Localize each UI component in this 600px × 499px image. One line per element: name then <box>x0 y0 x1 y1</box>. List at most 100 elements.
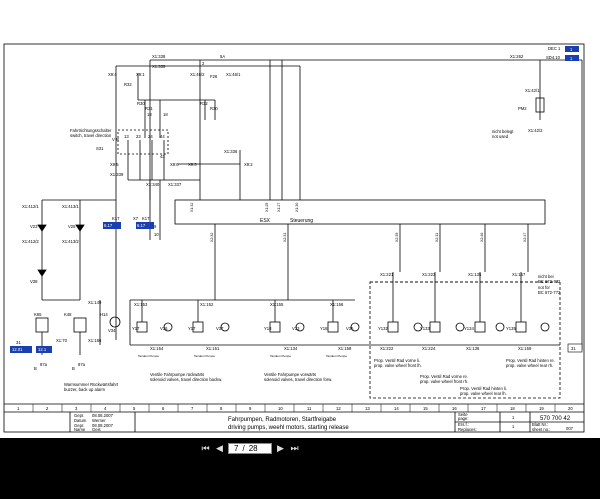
svg-text:18: 18 <box>147 112 152 117</box>
svg-text:6.17: 6.17 <box>104 223 113 228</box>
svg-text:Replaces:: Replaces: <box>458 427 477 432</box>
svg-text:PM2: PM2 <box>518 106 527 111</box>
svg-text:X1:262: X1:262 <box>510 54 524 59</box>
sheet-title-de: Fahrpumpen, Radmotoren, Startfreigabe <box>228 417 337 423</box>
svg-text:X1:134: X1:134 <box>284 346 298 351</box>
pdf-viewer-toolbar <box>0 438 600 499</box>
svg-text:13: 13 <box>124 134 129 139</box>
page-number-field[interactable]: 7 / 28 <box>228 442 272 454</box>
svg-text:Y134: Y134 <box>464 326 474 331</box>
svg-text:2: 2 <box>202 61 205 66</box>
column-grid-numbers: 1 2 3 4 5 6 7 8 9 10 11 12 13 14 15 16 17 18 19 20 <box>17 406 573 411</box>
svg-text:V36: V36 <box>160 326 168 331</box>
svg-text:Tandem Pumpe: Tandem Pumpe <box>326 354 347 358</box>
svg-text:X1:135: X1:135 <box>468 272 482 277</box>
svg-text:X1:223: X1:223 <box>422 272 436 277</box>
svg-text:X1:221: X1:221 <box>380 272 394 277</box>
svg-text:page:: page: <box>458 416 468 421</box>
svg-text:S31: S31 <box>96 146 104 151</box>
last-page-button[interactable]: ⏭ <box>289 443 300 454</box>
total-pages: 28 <box>248 443 258 453</box>
svg-text:V R: V R <box>112 137 119 142</box>
first-page-button[interactable]: ⏮ <box>200 443 211 454</box>
svg-text:Y17: Y17 <box>188 326 196 331</box>
svg-text:V23: V23 <box>30 224 38 229</box>
grid-number: 2 <box>46 406 49 411</box>
svg-text:X1:157: X1:157 <box>512 272 526 277</box>
svg-text:X1:337: X1:337 <box>168 182 182 187</box>
esx-output-pin: X2:31 <box>283 233 287 242</box>
schematic-sheet: DEC 1 1 SD4.10 1 31 31 X1:338 X1:335 X9:… <box>3 43 585 433</box>
svg-text:X1:336: X1:336 <box>224 149 238 154</box>
esx-output-pin: X2:47 <box>523 233 527 242</box>
svg-text:18: 18 <box>163 112 168 117</box>
svg-text:prop. valve wheel rear rh.: prop. valve wheel rear rh. <box>506 363 553 368</box>
svg-text:31: 31 <box>16 340 21 345</box>
svg-text:switch, travel direction: switch, travel direction <box>70 133 112 138</box>
svg-text:X1:413/1: X1:413/1 <box>62 204 79 209</box>
grid-number: 8 <box>220 406 223 411</box>
svg-text:12.1: 12.1 <box>38 347 47 352</box>
esx-output-pin: X2:32 <box>210 233 214 242</box>
grid-number: 6 <box>162 406 165 411</box>
sheet-title-en: driving pumps, weehl motors, starting re… <box>228 425 349 431</box>
current-page: 7 <box>234 443 239 453</box>
grid-number: 19 <box>539 406 544 411</box>
svg-text:V37: V37 <box>216 326 224 331</box>
svg-text:87a: 87a <box>40 362 48 367</box>
svg-text:X1:340: X1:340 <box>146 182 160 187</box>
svg-text:5A: 5A <box>220 54 225 59</box>
svg-text:Tandem Pumpe: Tandem Pumpe <box>270 354 291 358</box>
svg-text:V35: V35 <box>346 326 354 331</box>
svg-text:K48: K48 <box>64 312 72 317</box>
svg-text:V34: V34 <box>108 328 116 333</box>
esx-output-pin: X2:11 <box>435 233 439 242</box>
svg-text:X1:155: X1:155 <box>270 302 284 307</box>
svg-text:X1:46/2: X1:46/2 <box>190 72 205 77</box>
svg-text:solenoid valves, travel direct: solenoid valves, travel direction backw. <box>150 377 222 382</box>
svg-text:R30: R30 <box>210 106 218 111</box>
svg-text:X9:5: X9:5 <box>110 162 119 167</box>
svg-text:prop. valve wheel front rh.: prop. valve wheel front rh. <box>420 379 468 384</box>
svg-text:K17: K17 <box>112 216 120 221</box>
svg-text:6.17: 6.17 <box>137 223 146 228</box>
prev-page-button[interactable]: ◀ <box>214 443 225 454</box>
svg-text:Name: Name <box>74 427 86 432</box>
svg-text:BC 672-772: BC 672-772 <box>538 279 561 284</box>
svg-text:F26: F26 <box>210 74 218 79</box>
svg-text:H14: H14 <box>100 312 108 317</box>
svg-text:9: 9 <box>154 224 157 229</box>
svg-text:B: B <box>34 366 37 371</box>
grid-number: 15 <box>423 406 428 411</box>
svg-text:X1:42/1: X1:42/1 <box>525 88 540 93</box>
grid-number: 18 <box>510 406 515 411</box>
svg-text:X1:149: X1:149 <box>88 300 102 305</box>
svg-text:X1:339: X1:339 <box>110 172 124 177</box>
esx-top-pin: X1:30 <box>295 203 299 212</box>
svg-text:solenoid valves, travel direct: solenoid valves, travel direction forw. <box>264 377 332 382</box>
svg-text:X1:338: X1:338 <box>152 54 166 59</box>
page-navigator: ⏮ ◀ 7 / 28 ▶ ⏭ <box>200 440 300 456</box>
grid-number: 11 <box>307 406 312 411</box>
svg-text:Y18: Y18 <box>264 326 272 331</box>
svg-text:X1:222: X1:222 <box>380 346 394 351</box>
svg-text:V25: V25 <box>68 224 76 229</box>
svg-text:X1:156: X1:156 <box>330 302 344 307</box>
svg-text:1: 1 <box>512 415 515 420</box>
svg-text:43: 43 <box>160 154 165 159</box>
svg-text:V38: V38 <box>30 279 38 284</box>
svg-text:X7: X7 <box>133 216 139 221</box>
svg-text:V33: V33 <box>292 326 300 331</box>
grid-number: 14 <box>394 406 399 411</box>
esx-top-pin: X1:27 <box>277 203 281 212</box>
svg-text:24: 24 <box>148 134 153 139</box>
svg-text:BC 672-772: BC 672-772 <box>538 290 561 295</box>
svg-text:X1:186: X1:186 <box>88 338 102 343</box>
grid-number: 13 <box>365 406 370 411</box>
svg-text:X1:412/1: X1:412/1 <box>22 204 39 209</box>
sd-label: SD4.10 <box>546 55 561 60</box>
svg-text:44: 44 <box>160 134 165 139</box>
next-page-button[interactable]: ▶ <box>275 443 286 454</box>
svg-text:X1:335: X1:335 <box>152 64 166 69</box>
svg-text:prop. valve wheel rear lh.: prop. valve wheel rear lh. <box>460 391 507 396</box>
